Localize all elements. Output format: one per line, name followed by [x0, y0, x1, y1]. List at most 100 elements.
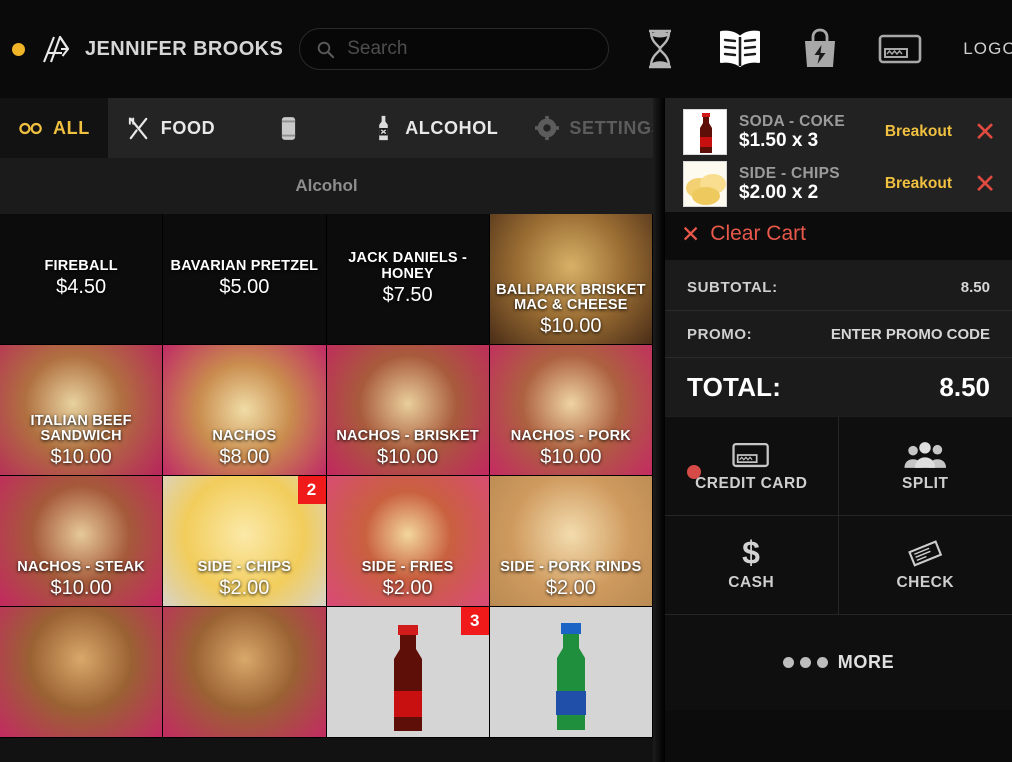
tab-all-label: ALL [53, 117, 90, 138]
product-name: FIREBALL [44, 258, 118, 275]
product-text: NACHOS - BRISKET $10.00 [327, 429, 489, 475]
gear-icon [534, 115, 560, 141]
pay-split-button[interactable]: SPLIT [838, 417, 1012, 516]
product-name: NACHOS - PORK [510, 428, 631, 445]
product-image [0, 607, 163, 737]
cart-item[interactable]: SODA - COKE $1.50 x 3 Breakout ✕ [665, 106, 1012, 158]
product-name: SIDE - CHIPS [197, 559, 292, 576]
product-name: NACHOS [212, 428, 277, 445]
quantity-badge: 2 [297, 476, 326, 504]
product-tile[interactable]: NACHOS - STEAK $10.00 [0, 476, 164, 607]
promo-label: PROMO: [687, 325, 753, 343]
tab-alcohol-label: ALCOHOL [405, 117, 499, 138]
clear-cart-label: Clear Cart [710, 222, 806, 245]
cart-item-remove-icon[interactable]: ✕ [972, 170, 998, 198]
promo-code-button[interactable]: ENTER PROMO CODE [831, 326, 990, 343]
svg-text:$: $ [742, 536, 760, 568]
header-icon-group [637, 26, 923, 72]
totals-section: SUBTOTAL: 8.50 PROMO: ENTER PROMO CODE T… [665, 260, 1012, 416]
product-grid: FIREBALL $4.50 BAVARIAN PRETZEL $5.00 JACK D… [0, 214, 653, 738]
product-price: $5.00 [219, 275, 270, 298]
product-tile[interactable]: SIDE - FRIES $2.00 [326, 476, 490, 607]
product-image [489, 607, 652, 737]
product-name: NACHOS - STEAK [17, 559, 145, 576]
search-bar[interactable] [299, 28, 610, 70]
product-price: $7.50 [382, 283, 433, 306]
more-payment-options-button[interactable]: MORE [665, 615, 1012, 710]
product-price: $2.00 [382, 577, 433, 599]
product-tile[interactable]: NACHOS - BRISKET $10.00 [326, 345, 490, 476]
total-label: TOTAL: [687, 371, 782, 402]
product-tile[interactable]: BALLPARK BRISKET MAC & CHEESE $10.00 [489, 214, 653, 345]
product-text: FIREBALL $4.50 [0, 259, 162, 299]
product-name: JACK DANIELS - HONEY [348, 250, 468, 282]
tab-food-label: FOOD [160, 117, 216, 138]
category-header: Alcohol [0, 158, 653, 214]
cart-panel: SODA - COKE $1.50 x 3 Breakout ✕ SIDE - CHIP… [665, 98, 1012, 762]
payment-method-grid: CREDIT CARD SPLIT $ CASH CHECK [665, 416, 1012, 615]
product-tile[interactable]: FIREBALL $4.50 [0, 214, 164, 345]
ellipsis-icon [782, 657, 828, 668]
cart-item-thumbnail [683, 109, 727, 155]
product-tile[interactable]: NACHOS - PORK $10.00 [489, 345, 653, 476]
logout-button[interactable]: LOGOUT [963, 39, 1012, 59]
clear-cart-button[interactable]: ✕ Clear Cart [665, 212, 1012, 260]
soda-can-icon [275, 115, 301, 141]
tab-beverage[interactable] [233, 98, 352, 158]
open-book-icon[interactable] [717, 26, 763, 72]
product-tile[interactable]: 3 [326, 607, 490, 738]
tab-food[interactable]: FOOD [108, 98, 233, 158]
product-name: ITALIAN BEEF SANDWICH [30, 412, 132, 445]
cart-item-remove-icon[interactable]: ✕ [972, 118, 998, 146]
people-group-icon [903, 439, 947, 469]
product-name: SIDE - PORK RINDS [500, 559, 642, 576]
pay-credit-card-button[interactable]: CREDIT CARD [665, 417, 839, 516]
product-text [327, 731, 489, 737]
product-tile[interactable]: BAVARIAN PRETZEL $5.00 [163, 214, 327, 345]
status-dot-icon [12, 42, 25, 56]
product-tile[interactable]: ITALIAN BEEF SANDWICH $10.00 [0, 345, 164, 476]
product-text: SIDE - FRIES $2.00 [327, 560, 489, 606]
cart-item-price-qty: $1.50 x 3 [739, 129, 819, 151]
search-input[interactable] [347, 38, 593, 60]
product-tile[interactable] [163, 607, 327, 738]
subtotal-value: 8.50 [960, 278, 990, 296]
cart-item-info: SIDE - CHIPS $2.00 x 2 [739, 165, 873, 204]
pay-cash-button[interactable]: $ CASH [665, 516, 839, 615]
check-paper-icon [906, 538, 944, 568]
credit-card-icon[interactable] [877, 26, 923, 72]
cart-item-list: SODA - COKE $1.50 x 3 Breakout ✕ SIDE - CHIP… [665, 98, 1012, 212]
product-tile[interactable]: JACK DANIELS - HONEY $7.50 [326, 214, 490, 345]
product-tile[interactable]: SIDE - PORK RINDS $2.00 [489, 476, 653, 607]
product-tile[interactable]: SIDE - CHIPS $2.00 2 [163, 476, 327, 607]
tab-settings[interactable]: SETTINGS [516, 98, 653, 158]
product-text: JACK DANIELS - HONEY $7.50 [327, 250, 489, 306]
liquor-bottle-icon [370, 115, 396, 141]
cart-item-breakout-button[interactable]: Breakout [885, 175, 952, 193]
cart-item-breakout-button[interactable]: Breakout [885, 123, 952, 141]
promo-row[interactable]: PROMO: ENTER PROMO CODE [665, 311, 1012, 358]
product-price: $2.00 [219, 577, 270, 599]
shopping-bag-bolt-icon[interactable] [797, 26, 843, 72]
panel-divider [653, 98, 665, 762]
dollar-sign-icon: $ [738, 536, 764, 568]
product-text: ITALIAN BEEF SANDWICH $10.00 [0, 412, 162, 475]
user-name: JENNIFER BROOKS [85, 37, 284, 60]
hourglass-icon[interactable] [637, 26, 683, 72]
product-price: $8.00 [219, 446, 270, 468]
tab-all[interactable]: ALL [0, 98, 108, 158]
category-tabs: ALL FOOD ALCOHOL SETTING [0, 98, 653, 158]
fork-knife-icon [126, 115, 152, 141]
pay-check-button[interactable]: CHECK [838, 516, 1012, 615]
product-tile[interactable]: NACHOS $8.00 [163, 345, 327, 476]
product-name: BALLPARK BRISKET MAC & CHEESE [496, 281, 646, 314]
credit-card-icon [732, 439, 770, 469]
product-tile[interactable] [489, 607, 653, 738]
pay-split-label: SPLIT [902, 475, 949, 492]
product-tile[interactable] [0, 607, 164, 738]
product-text: BALLPARK BRISKET MAC & CHEESE $10.00 [490, 281, 652, 344]
product-text: NACHOS - PORK $10.00 [490, 429, 652, 475]
tab-alcohol[interactable]: ALCOHOL [352, 98, 516, 158]
cart-item[interactable]: SIDE - CHIPS $2.00 x 2 Breakout ✕ [665, 158, 1012, 210]
more-label: MORE [837, 652, 895, 672]
